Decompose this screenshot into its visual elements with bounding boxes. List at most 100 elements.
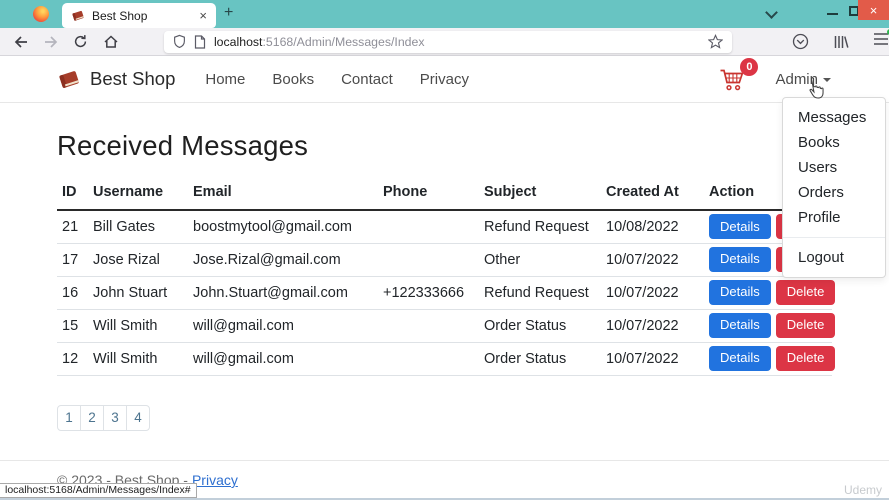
new-tab-icon[interactable]: + — [224, 4, 233, 22]
details-button[interactable]: Details — [709, 313, 771, 338]
cell-username: John Stuart — [93, 276, 193, 309]
app-menu-icon[interactable] — [873, 32, 889, 51]
delete-button[interactable]: Delete — [776, 313, 836, 338]
page-link-1[interactable]: 1 — [57, 405, 81, 431]
url-host: localhost — [214, 35, 263, 49]
pagination: 1 2 3 4 — [57, 405, 832, 431]
brand-name: Best Shop — [90, 68, 175, 90]
delete-button[interactable]: Delete — [776, 346, 836, 371]
table-row: 12 Will Smith will@gmail.com Order Statu… — [57, 342, 832, 375]
menu-item-messages[interactable]: Messages — [783, 105, 885, 130]
cell-username: Will Smith — [93, 309, 193, 342]
menu-item-books[interactable]: Books — [783, 130, 885, 155]
page-link-2[interactable]: 2 — [80, 405, 104, 431]
brand-link[interactable]: Best Shop — [57, 68, 175, 90]
firefox-icon — [33, 6, 49, 22]
menu-item-logout[interactable]: Logout — [783, 245, 885, 270]
reload-icon[interactable] — [72, 33, 89, 50]
table-header-row: ID Username Email Phone Subject Created … — [57, 179, 832, 210]
page-link-3[interactable]: 3 — [103, 405, 127, 431]
cell-phone — [383, 210, 484, 243]
table-row: 17 Jose Rizal Jose.Rizal@gmail.com Other… — [57, 243, 832, 276]
menu-item-orders[interactable]: Orders — [783, 180, 885, 205]
cell-created: 10/07/2022 — [606, 243, 709, 276]
col-header-id: ID — [57, 179, 93, 210]
nav-link-books[interactable]: Books — [272, 71, 314, 88]
cell-username: Will Smith — [93, 342, 193, 375]
cell-username: Jose Rizal — [93, 243, 193, 276]
watermark-text: Udemy — [844, 483, 882, 497]
tab-close-icon[interactable]: × — [199, 9, 207, 22]
menu-item-users[interactable]: Users — [783, 155, 885, 180]
col-header-created: Created At — [606, 179, 709, 210]
pocket-icon[interactable] — [792, 33, 809, 50]
cell-id: 15 — [57, 309, 93, 342]
cell-email: Jose.Rizal@gmail.com — [193, 243, 383, 276]
details-button[interactable]: Details — [709, 280, 771, 305]
table-row: 21 Bill Gates boostmytool@gmail.com Refu… — [57, 210, 832, 243]
forward-icon[interactable] — [43, 33, 60, 50]
cell-email: will@gmail.com — [193, 342, 383, 375]
table-row: 16 John Stuart John.Stuart@gmail.com +12… — [57, 276, 832, 309]
cell-id: 16 — [57, 276, 93, 309]
col-header-username: Username — [93, 179, 193, 210]
browser-status-bar: localhost:5168/Admin/Messages/Index# — [0, 483, 197, 498]
nav-link-home[interactable]: Home — [205, 71, 245, 88]
cell-created: 10/07/2022 — [606, 276, 709, 309]
cell-created: 10/07/2022 — [606, 309, 709, 342]
cart-button[interactable]: 0 — [719, 67, 745, 91]
cell-email: John.Stuart@gmail.com — [193, 276, 383, 309]
admin-dropdown-menu: Messages Books Users Orders Profile Logo… — [782, 97, 886, 278]
cell-created: 10/07/2022 — [606, 342, 709, 375]
library-icon[interactable] — [833, 34, 849, 50]
list-tabs-chevron-icon[interactable] — [765, 6, 778, 19]
cell-subject: Order Status — [484, 309, 606, 342]
cell-email: will@gmail.com — [193, 309, 383, 342]
back-icon[interactable] — [13, 33, 30, 50]
browser-toolbar: localhost:5168/Admin/Messages/Index — [0, 28, 889, 56]
nav-link-privacy[interactable]: Privacy — [420, 71, 469, 88]
details-button[interactable]: Details — [709, 346, 771, 371]
details-button[interactable]: Details — [709, 247, 771, 272]
book-logo-icon — [57, 68, 81, 90]
cell-phone — [383, 243, 484, 276]
url-path: :5168/Admin/Messages/Index — [262, 35, 424, 49]
col-header-subject: Subject — [484, 179, 606, 210]
page-content: Received Messages ID Username Email Phon… — [0, 130, 889, 431]
home-icon[interactable] — [102, 33, 119, 50]
page-link-4[interactable]: 4 — [126, 405, 150, 431]
window-minimize-icon[interactable] — [827, 13, 838, 15]
col-header-email: Email — [193, 179, 383, 210]
page-info-icon[interactable] — [194, 35, 206, 49]
messages-table: ID Username Email Phone Subject Created … — [57, 179, 832, 376]
cell-created: 10/08/2022 — [606, 210, 709, 243]
nav-links: Home Books Contact Privacy — [205, 71, 469, 88]
cell-phone — [383, 309, 484, 342]
delete-button[interactable]: Delete — [776, 280, 836, 305]
menu-divider — [783, 237, 885, 238]
cart-count-badge: 0 — [740, 58, 758, 76]
cell-id: 17 — [57, 243, 93, 276]
browser-tab[interactable]: Best Shop × — [62, 3, 216, 28]
cell-id: 21 — [57, 210, 93, 243]
menu-item-profile[interactable]: Profile — [783, 205, 885, 230]
cell-subject: Order Status — [484, 342, 606, 375]
hand-cursor-icon — [806, 77, 824, 99]
nav-link-contact[interactable]: Contact — [341, 71, 393, 88]
col-header-phone: Phone — [383, 179, 484, 210]
tab-title: Best Shop — [92, 9, 192, 23]
table-row: 15 Will Smith will@gmail.com Order Statu… — [57, 309, 832, 342]
cell-subject: Refund Request — [484, 210, 606, 243]
toolbar-right-icons — [792, 32, 889, 51]
cell-email: boostmytool@gmail.com — [193, 210, 383, 243]
details-button[interactable]: Details — [709, 214, 771, 239]
book-favicon-icon — [71, 9, 85, 22]
bookmark-star-icon[interactable] — [708, 34, 723, 49]
site-navbar: Best Shop Home Books Contact Privacy 0 A… — [0, 56, 889, 103]
url-bar[interactable]: localhost:5168/Admin/Messages/Index — [164, 31, 732, 53]
url-text[interactable]: localhost:5168/Admin/Messages/Index — [214, 35, 700, 49]
footer-privacy-link[interactable]: Privacy — [192, 472, 238, 488]
cell-phone: +122333666 — [383, 276, 484, 309]
shield-icon[interactable] — [173, 34, 186, 49]
window-close-icon[interactable]: × — [858, 0, 889, 20]
